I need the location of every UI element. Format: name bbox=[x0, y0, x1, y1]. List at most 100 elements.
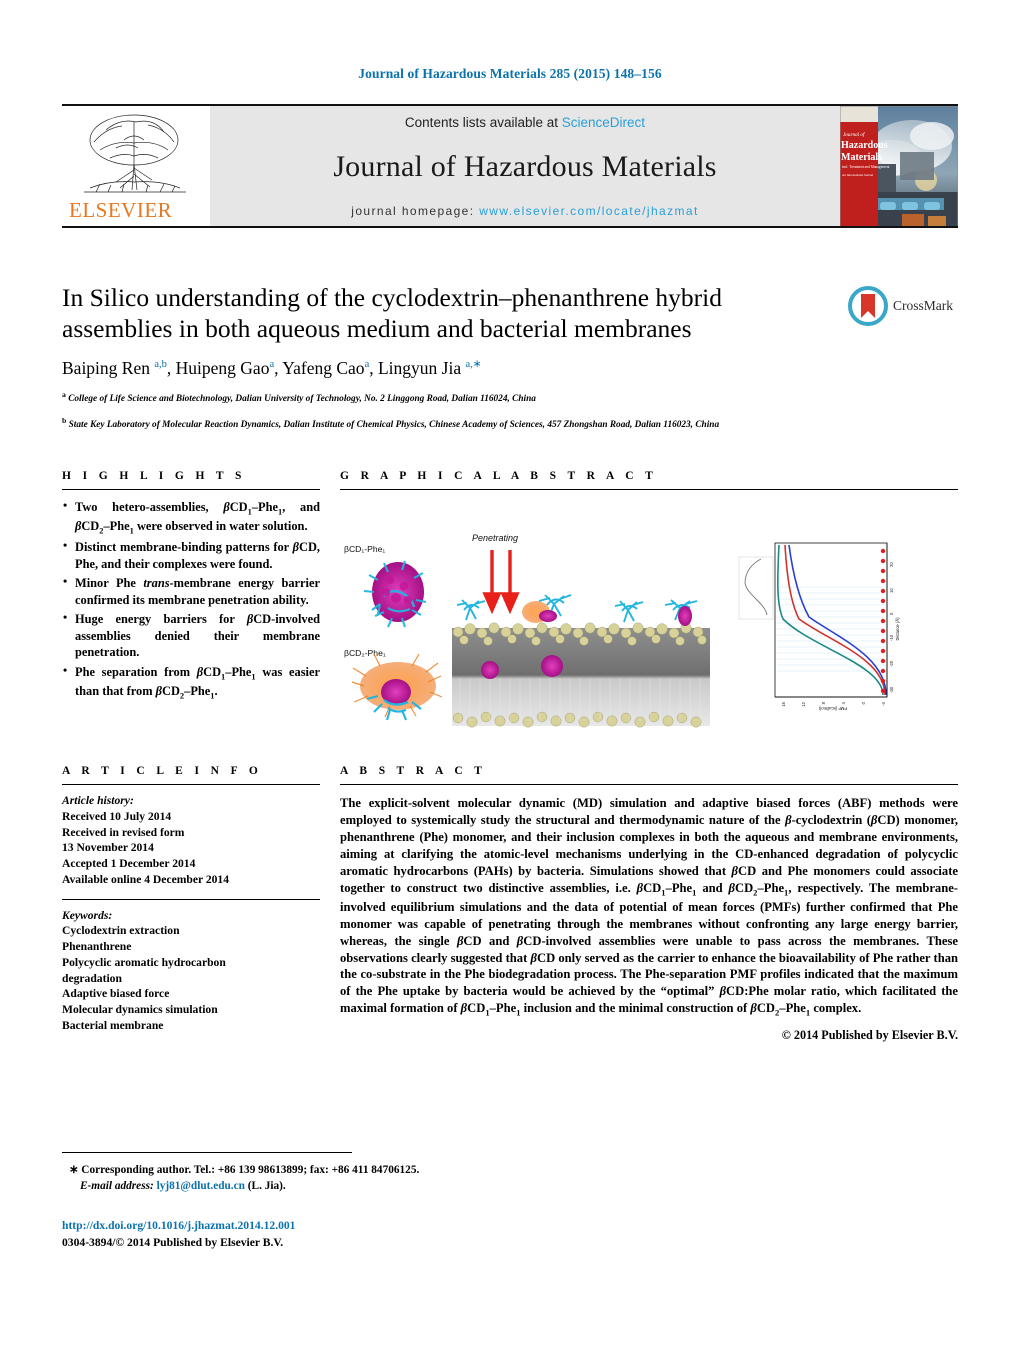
elsevier-wordmark: ELSEVIER bbox=[69, 198, 173, 222]
ga-lipid-membrane bbox=[452, 622, 710, 728]
abstract-copyright: © 2014 Published by Elsevier B.V. bbox=[781, 1028, 958, 1043]
journal-homepage-line: journal homepage: www.elsevier.com/locat… bbox=[351, 204, 698, 218]
keywords-block: Keywords: Cyclodextrin extraction Phenant… bbox=[62, 908, 320, 1034]
contents-available-line: Contents lists available at ScienceDirec… bbox=[405, 115, 645, 130]
ga-penetrating-arrows bbox=[482, 550, 520, 615]
pmf-ylabel: PMF (kcal/mol) bbox=[818, 706, 847, 711]
email-line: E-mail address: lyj81@dlut.edu.cn (L. Ji… bbox=[62, 1179, 682, 1195]
text-line: Received in revised form bbox=[62, 825, 185, 839]
graphical-abstract-divider bbox=[340, 489, 958, 490]
article-title: In Silico understanding of the cyclodext… bbox=[62, 283, 722, 344]
svg-text:20: 20 bbox=[889, 562, 894, 567]
article-history-list: Received 10 July 2014 Received in revised… bbox=[62, 809, 320, 888]
affiliation-a-text: College of Life Science and Biotechnolog… bbox=[68, 394, 536, 405]
list-item: Two hetero-assemblies, βCD1–Phe1, and βC… bbox=[62, 498, 320, 536]
ga-surface-phe-right bbox=[678, 606, 692, 626]
cover-journal-of: Journal of bbox=[843, 131, 866, 138]
article-history-block: Article history: Received 10 July 2014 Re… bbox=[62, 793, 320, 888]
ga-pmf-plot: Distance (Å) PMF (kcal/mol) -30-20-10 01… bbox=[738, 520, 928, 720]
article-history-label: Article history: bbox=[62, 794, 134, 807]
highlights-section: H I G H L I G H T S Two hetero-assemblie… bbox=[62, 470, 320, 704]
cover-tagline: An International Journal bbox=[842, 173, 873, 177]
text-line: 13 November 2014 bbox=[62, 841, 154, 855]
svg-text:-20: -20 bbox=[889, 660, 894, 667]
svg-text:-30: -30 bbox=[889, 686, 894, 693]
graphical-abstract-heading: G R A P H I C A L A B S T R A C T bbox=[340, 470, 658, 482]
keywords-divider bbox=[62, 898, 320, 900]
text-line: Adaptive biased force bbox=[62, 987, 170, 1001]
svg-text:-10: -10 bbox=[889, 634, 894, 641]
title-block: In Silico understanding of the cyclodext… bbox=[62, 282, 832, 433]
cover-artwork-icon: Journal of Hazardous Materials incl. Tre… bbox=[840, 106, 958, 226]
crossmark-badge[interactable]: CrossMark bbox=[848, 284, 960, 328]
pmf-marker-row bbox=[880, 548, 886, 694]
doi-block: http://dx.doi.org/10.1016/j.jhazmat.2014… bbox=[62, 1218, 682, 1252]
affiliation-b-text: State Key Laboratory of Molecular Reacti… bbox=[68, 420, 720, 431]
svg-text:16: 16 bbox=[781, 701, 786, 706]
corresponding-author-text: Corresponding author. Tel.: +86 139 9861… bbox=[81, 1164, 420, 1176]
text-line: Available online 4 December 2014 bbox=[62, 872, 230, 886]
doi-link[interactable]: http://dx.doi.org/10.1016/j.jhazmat.2014… bbox=[62, 1218, 682, 1235]
masthead-center: Contents lists available at ScienceDirec… bbox=[210, 106, 840, 226]
footnote-divider bbox=[62, 1152, 352, 1153]
keywords-label: Keywords: bbox=[62, 908, 113, 922]
email-link[interactable]: lyj81@dlut.edu.cn bbox=[157, 1180, 245, 1192]
contents-prefix: Contents lists available at bbox=[404, 115, 559, 130]
article-info-section: A R T I C L E I N F O Article history: R… bbox=[62, 765, 320, 1034]
ga-surface-complex-phe bbox=[539, 610, 557, 622]
pmf-inset bbox=[738, 556, 774, 620]
ga-artwork: Distance (Å) PMF (kcal/mol) -30-20-10 01… bbox=[351, 520, 928, 728]
email-suffix: (L. Jia). bbox=[247, 1179, 286, 1192]
highlights-list: Two hetero-assemblies, βCD1–Phe1, and βC… bbox=[62, 498, 320, 701]
text-line: Polycyclic aromatic hydrocarbon bbox=[62, 955, 226, 969]
footnote-block: ∗ Corresponding author. Tel.: +86 139 98… bbox=[62, 1163, 682, 1195]
ga-assembly-2-structure bbox=[351, 653, 443, 721]
crossmark-icon bbox=[848, 286, 888, 326]
list-item: Phe separation from βCD1–Phe1 was easier… bbox=[62, 663, 320, 701]
graphical-abstract-figure: βCD₁-Phe₁ βCD₂-Phe₁ Penetrating Distance… bbox=[340, 500, 958, 748]
abstract-divider bbox=[340, 784, 958, 785]
ga-embedded-phe-2 bbox=[541, 655, 563, 677]
highlights-heading: H I G H L I G H T S bbox=[62, 470, 246, 482]
affiliation-a: a College of Life Science and Biotechnol… bbox=[62, 390, 536, 405]
text-line: Bacterial membrane bbox=[62, 1018, 164, 1032]
corresponding-marker: ∗ bbox=[69, 1164, 79, 1176]
homepage-prefix: journal homepage: bbox=[351, 204, 475, 218]
article-info-heading: A R T I C L E I N F O bbox=[62, 765, 263, 777]
abstract-text: The explicit-solvent molecular dynamic (… bbox=[340, 796, 959, 1018]
journal-masthead: ELSEVIER Contents lists available at Sci… bbox=[62, 104, 958, 228]
text-line: Molecular dynamics simulation bbox=[62, 1003, 218, 1017]
crossmark-label: CrossMark bbox=[893, 298, 953, 313]
text-line: Accepted 1 December 2014 bbox=[62, 857, 196, 871]
journal-cover-thumbnail: Journal of Hazardous Materials incl. Tre… bbox=[840, 106, 958, 226]
corresponding-author-line: ∗ Corresponding author. Tel.: +86 139 98… bbox=[62, 1163, 682, 1179]
issn-copyright-line: 0304-3894/© 2014 Published by Elsevier B… bbox=[62, 1235, 284, 1249]
cover-hazardous: Hazardous bbox=[841, 140, 888, 151]
email-label: E-mail address: bbox=[80, 1179, 154, 1192]
text-line: Cyclodextrin extraction bbox=[62, 924, 180, 938]
text-line: degradation bbox=[62, 971, 122, 985]
abstract-heading: A B S T R A C T bbox=[340, 765, 487, 777]
elsevier-tree-icon bbox=[84, 114, 186, 193]
running-head: Journal of Hazardous Materials 285 (2015… bbox=[358, 66, 662, 81]
text-line: Phenanthrene bbox=[62, 940, 132, 954]
keywords-list: Cyclodextrin extraction Phenanthrene Polyc… bbox=[62, 923, 320, 1033]
author-list: Baiping Ren a,b, Huipeng Gaoa, Yafeng Ca… bbox=[62, 358, 482, 379]
article-first-page: Journal of Hazardous Materials 285 (2015… bbox=[0, 0, 1020, 1351]
abstract-section: A B S T R A C T The explicit-solvent mol… bbox=[340, 765, 958, 1043]
cover-subtitle: incl. Treatment and Management bbox=[842, 165, 890, 169]
elsevier-logo: ELSEVIER bbox=[62, 106, 210, 226]
ga-assembly-1-structure bbox=[363, 560, 427, 628]
pmf-xlabel: Distance (Å) bbox=[895, 617, 900, 641]
list-item: Huge energy barriers for βCD-involved as… bbox=[62, 610, 320, 661]
svg-text:10: 10 bbox=[889, 588, 894, 593]
highlights-divider bbox=[62, 489, 320, 490]
cover-materials: Materials bbox=[841, 152, 882, 163]
homepage-url-link[interactable]: www.elsevier.com/locate/jhazmat bbox=[479, 204, 698, 218]
text-line: Received 10 July 2014 bbox=[62, 809, 172, 823]
sciencedirect-link[interactable]: ScienceDirect bbox=[562, 115, 645, 130]
svg-text:12: 12 bbox=[801, 701, 806, 706]
affiliation-b: b State Key Laboratory of Molecular Reac… bbox=[62, 416, 720, 431]
ga-embedded-phe-1 bbox=[481, 661, 499, 679]
graphical-abstract-section: G R A P H I C A L A B S T R A C T βCD₁-P… bbox=[340, 470, 958, 748]
